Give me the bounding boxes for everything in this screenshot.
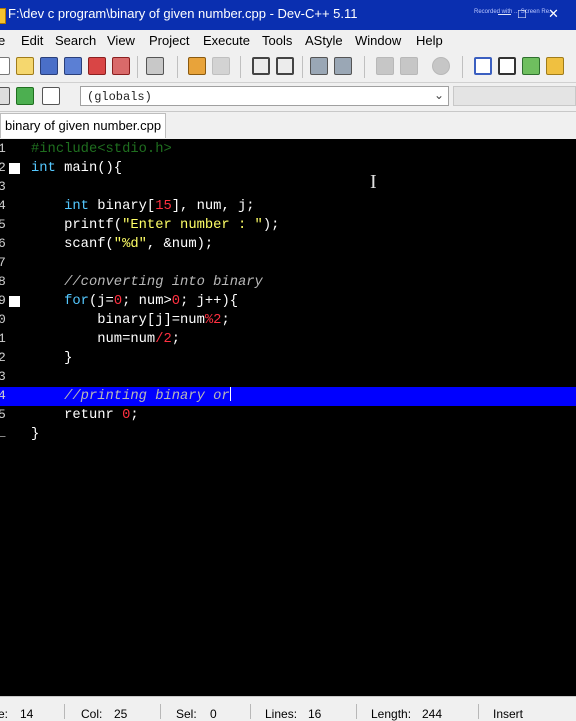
menu-window[interactable]: Window [355,33,401,48]
toggle-bookmark-icon[interactable] [376,57,394,75]
menu-help[interactable]: Help [416,33,443,48]
status-sel: 0 [210,707,217,721]
close-file-icon[interactable] [88,57,106,75]
redo-icon[interactable] [212,57,230,75]
layout-icon[interactable] [522,57,540,75]
code-line-4: 4 int binary[15], num, j; [0,198,255,214]
menu-execute[interactable]: Execute [203,33,250,48]
code-line-2: 2 int main(){ [0,160,123,176]
maximize-button[interactable]: □ [518,6,526,21]
member-combobox[interactable] [453,86,576,106]
code-line-8: 8 //converting into binary [0,274,263,290]
status-line: 14 [20,707,34,721]
code-line-3: 3 [0,179,6,194]
class-browser-icon[interactable] [474,57,492,75]
menu-edit[interactable]: Edit [21,33,43,48]
menu-file[interactable]: e [0,33,5,48]
new-file-icon[interactable] [0,57,10,75]
status-bar: e: 14 Col: 25 Sel: 0 Lines: 16 Length: 2… [0,696,576,721]
code-line-6: 6 scanf("%d", &num); [0,236,214,252]
menu-view[interactable]: View [107,33,135,48]
fold-marker-icon[interactable] [9,296,20,307]
stop-icon[interactable] [432,57,450,75]
status-insert-mode: Insert [493,707,524,721]
fold-marker-icon[interactable] [9,163,20,174]
run-icon[interactable] [16,87,34,105]
code-editor[interactable]: 1 #include<stdio.h> 2 int main(){ 3 4 in… [0,139,576,696]
editor-tab-bar: binary of given number.cpp [0,112,576,139]
tab-label: binary of given number.cpp [5,118,162,133]
chevron-down-icon: ⌄ [433,88,444,102]
text-caret [229,387,231,401]
compile-icon[interactable] [0,87,10,105]
code-line-11: 1 num=num/2; [0,331,181,347]
ibeam-cursor-icon: I [370,171,377,193]
app-icon [0,8,6,24]
code-line-15: 5 retunr 0; [0,407,139,423]
menu-bar: e Edit Search View Project Execute Tools… [0,30,576,52]
menu-project[interactable]: Project [149,33,189,48]
code-line-5: 5 printf("Enter number : "); [0,217,280,233]
status-length: 244 [422,707,443,721]
minimize-button[interactable]: — [498,6,511,21]
window-title: F:\dev c program\binary of given number.… [8,6,358,21]
open-folder-icon[interactable] [16,57,34,75]
menu-search[interactable]: Search [55,33,96,48]
code-line-14-active: 4 //printing binary or [0,387,576,406]
status-lines: 16 [308,707,322,721]
code-line-12: 2 } [0,350,73,366]
window-icon[interactable] [498,57,516,75]
code-line-13: 3 [0,369,6,384]
replace-icon[interactable] [276,57,294,75]
recorder-watermark: Recorded with ... Screen Re... [474,9,555,15]
print-icon[interactable] [146,57,164,75]
goto-bookmark-icon[interactable] [400,57,418,75]
save-icon[interactable] [40,57,58,75]
save-all-icon[interactable] [64,57,82,75]
find-icon[interactable] [252,57,270,75]
undo-icon[interactable] [188,57,206,75]
title-bar: F:\dev c program\binary of given number.… [0,0,576,30]
close-button[interactable]: ✕ [548,6,559,22]
compile-run-icon[interactable] [42,87,60,105]
scope-combobox[interactable]: (globals) ⌄ [80,86,449,106]
tab-binary-of-given-number[interactable]: binary of given number.cpp [0,113,166,138]
tiles-icon[interactable] [546,57,564,75]
menu-tools[interactable]: Tools [262,33,292,48]
close-all-icon[interactable] [112,57,130,75]
code-line-9: 9 for(j=0; num>0; j++){ [0,293,239,309]
menu-astyle[interactable]: AStyle [305,33,343,48]
status-col: 25 [114,707,128,721]
code-line-7: 7 [0,255,6,270]
goto-icon[interactable] [334,57,352,75]
code-line-16: ∟ } [0,426,40,442]
indent-icon[interactable] [310,57,328,75]
code-line-10: 0 binary[j]=num%2; [0,312,230,328]
scope-value: (globals) [87,90,152,104]
code-line-1: 1 #include<stdio.h> [0,141,172,157]
main-toolbar [0,52,576,83]
